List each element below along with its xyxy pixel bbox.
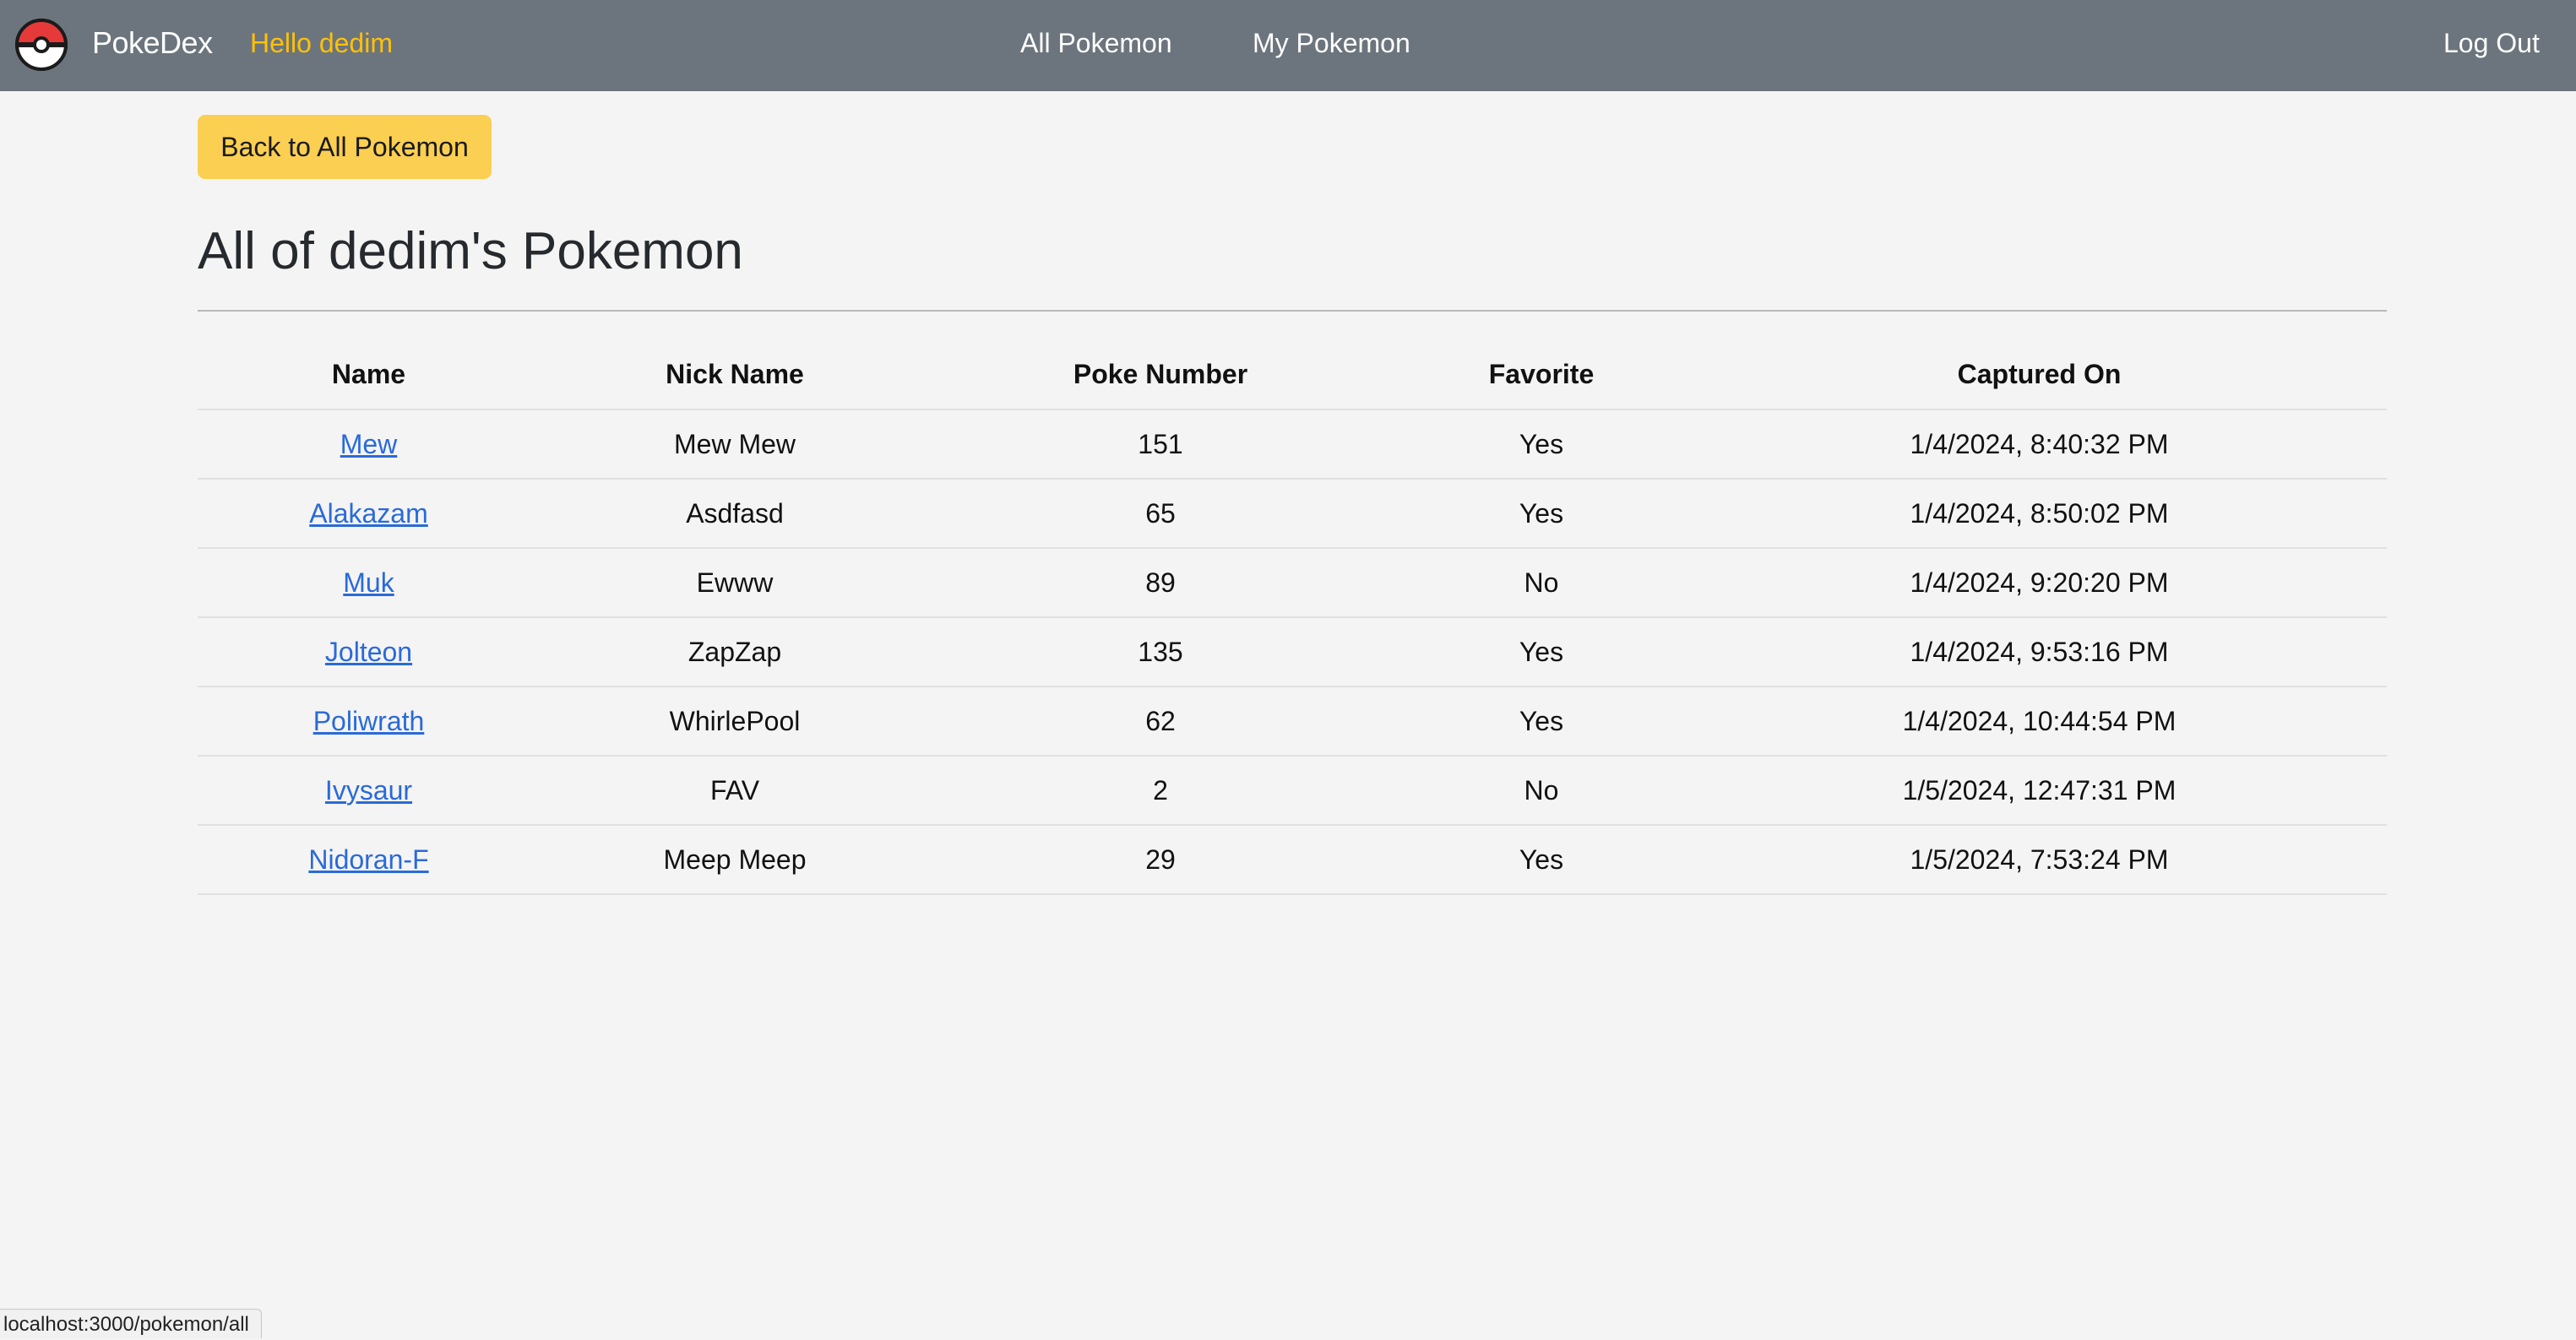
navbar: PokeDex Hello dedim All Pokemon My Pokem… <box>0 0 2576 91</box>
nickname-cell: Ewww <box>540 548 930 618</box>
name-cell: Mew <box>198 410 540 480</box>
name-cell: Nidoran-F <box>198 825 540 895</box>
favorite-cell: Yes <box>1391 617 1692 687</box>
name-cell: Alakazam <box>198 479 540 549</box>
nickname-cell: ZapZap <box>540 617 930 687</box>
favorite-cell: Yes <box>1391 686 1692 757</box>
pokemon-name-link[interactable]: Poliwrath <box>313 706 425 736</box>
poke-number-cell: 62 <box>930 686 1391 757</box>
table-row: Muk Ewww 89 No 1/4/2024, 9:20:20 PM <box>198 548 2387 618</box>
poke-number-cell: 2 <box>930 756 1391 826</box>
nickname-cell: WhirlePool <box>540 686 930 757</box>
captured-on-cell: 1/5/2024, 12:47:31 PM <box>1692 756 2387 826</box>
favorite-cell: Yes <box>1391 410 1692 480</box>
captured-on-cell: 1/4/2024, 8:50:02 PM <box>1692 479 2387 549</box>
table-row: Jolteon ZapZap 135 Yes 1/4/2024, 9:53:16… <box>198 617 2387 687</box>
captured-on-cell: 1/4/2024, 10:44:54 PM <box>1692 686 2387 757</box>
favorite-cell: Yes <box>1391 825 1692 895</box>
pokemon-name-link[interactable]: Jolteon <box>325 637 412 667</box>
logout-link[interactable]: Log Out <box>2443 26 2540 60</box>
poke-number-cell: 65 <box>930 479 1391 549</box>
nickname-cell: FAV <box>540 756 930 826</box>
page-title: All of dedim's Pokemon <box>198 222 743 280</box>
nav-link-my-pokemon[interactable]: My Pokemon <box>1253 26 1410 60</box>
column-header-nickname: Nick Name <box>540 339 930 410</box>
favorite-cell: No <box>1391 756 1692 826</box>
favorite-cell: No <box>1391 548 1692 618</box>
poke-number-cell: 151 <box>930 410 1391 480</box>
favorite-cell: Yes <box>1391 479 1692 549</box>
table-row: Poliwrath WhirlePool 62 Yes 1/4/2024, 10… <box>198 686 2387 757</box>
poke-number-cell: 135 <box>930 617 1391 687</box>
column-header-name: Name <box>198 339 540 410</box>
column-header-captured-on: Captured On <box>1692 339 2387 410</box>
pokeball-icon[interactable] <box>15 19 68 71</box>
pokemon-table: Name Nick Name Poke Number Favorite Capt… <box>198 339 2387 895</box>
nickname-cell: Mew Mew <box>540 410 930 480</box>
nickname-cell: Asdfasd <box>540 479 930 549</box>
name-cell: Ivysaur <box>198 756 540 826</box>
table-row: Alakazam Asdfasd 65 Yes 1/4/2024, 8:50:0… <box>198 479 2387 549</box>
user-greeting: Hello dedim <box>250 28 393 58</box>
table-row: Ivysaur FAV 2 No 1/5/2024, 12:47:31 PM <box>198 756 2387 826</box>
brand-name[interactable]: PokeDex <box>92 24 213 62</box>
title-divider <box>198 310 2387 312</box>
pokemon-name-link[interactable]: Alakazam <box>309 498 428 529</box>
name-cell: Jolteon <box>198 617 540 687</box>
captured-on-cell: 1/4/2024, 8:40:32 PM <box>1692 410 2387 480</box>
captured-on-cell: 1/4/2024, 9:53:16 PM <box>1692 617 2387 687</box>
pokemon-name-link[interactable]: Muk <box>343 567 394 598</box>
name-cell: Poliwrath <box>198 686 540 757</box>
table-row: Nidoran-F Meep Meep 29 Yes 1/5/2024, 7:5… <box>198 825 2387 895</box>
table-row: Mew Mew Mew 151 Yes 1/4/2024, 8:40:32 PM <box>198 410 2387 480</box>
poke-number-cell: 29 <box>930 825 1391 895</box>
back-to-all-pokemon-button[interactable]: Back to All Pokemon <box>198 115 492 179</box>
pokemon-name-link[interactable]: Nidoran-F <box>308 844 428 875</box>
status-bar-url: localhost:3000/pokemon/all <box>0 1309 262 1338</box>
pokemon-name-link[interactable]: Mew <box>340 429 398 459</box>
nickname-cell: Meep Meep <box>540 825 930 895</box>
captured-on-cell: 1/4/2024, 9:20:20 PM <box>1692 548 2387 618</box>
nav-link-all-pokemon[interactable]: All Pokemon <box>1020 26 1172 60</box>
poke-number-cell: 89 <box>930 548 1391 618</box>
name-cell: Muk <box>198 548 540 618</box>
pokemon-name-link[interactable]: Ivysaur <box>325 775 412 806</box>
table-header-row: Name Nick Name Poke Number Favorite Capt… <box>198 339 2387 410</box>
column-header-poke-number: Poke Number <box>930 339 1391 410</box>
captured-on-cell: 1/5/2024, 7:53:24 PM <box>1692 825 2387 895</box>
column-header-favorite: Favorite <box>1391 339 1692 410</box>
